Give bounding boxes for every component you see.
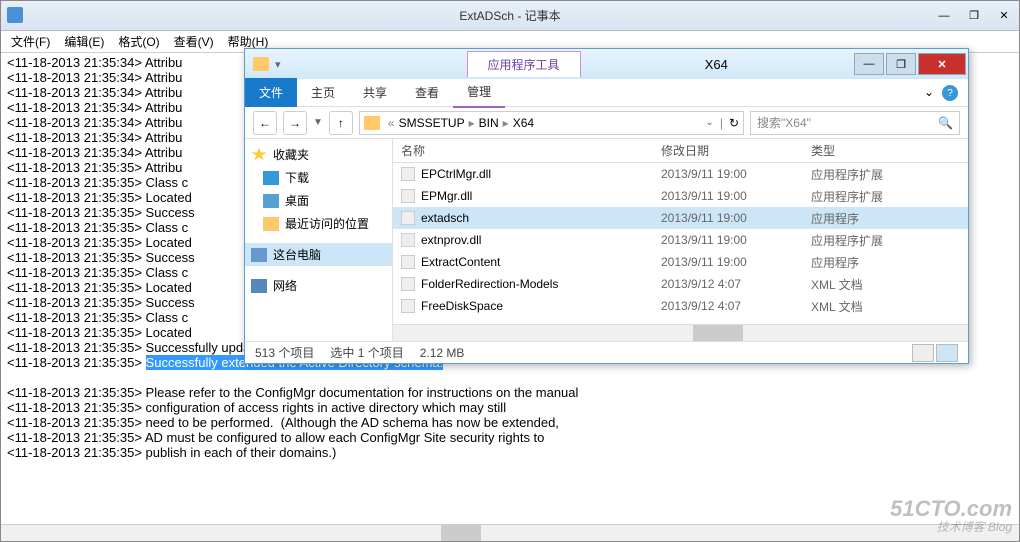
menu-edit[interactable]: 编辑(E) [58, 31, 110, 52]
minimize-button[interactable]: — [929, 1, 959, 30]
notepad-icon [7, 7, 23, 23]
file-icon [401, 277, 415, 291]
nav-back-button[interactable]: ← [253, 111, 277, 135]
folder-icon [253, 57, 269, 71]
status-selected: 选中 1 个项目 [330, 344, 403, 361]
crumb-bin[interactable]: BIN [479, 116, 499, 130]
refresh-icon[interactable]: ↻ [729, 116, 739, 130]
maximize-button[interactable]: ❐ [959, 1, 989, 30]
explorer-minimize-button[interactable]: — [854, 53, 884, 75]
ribbon-manage[interactable]: 管理 [453, 77, 505, 108]
file-icon [401, 233, 415, 247]
explorer-window: ▾ 应用程序工具 X64 — ❐ ✕ 文件 主页 共享 查看 管理 ⌄ ? ← … [244, 48, 969, 364]
menu-format[interactable]: 格式(O) [112, 31, 165, 52]
sidebar-desktop[interactable]: 桌面 [245, 189, 392, 212]
col-date[interactable]: 修改日期 [653, 142, 803, 159]
crumb-x64[interactable]: X64 [513, 116, 534, 130]
notepad-titlebar[interactable]: ExtADSch - 记事本 — ❐ ✕ [1, 1, 1019, 31]
file-row[interactable]: EPMgr.dll2013/9/11 19:00应用程序扩展 [393, 185, 968, 207]
ribbon-file[interactable]: 文件 [245, 78, 297, 107]
breadcrumb[interactable]: « SMSSETUP ▸ BIN ▸ X64 ⌄ | ↻ [359, 111, 744, 135]
sidebar-favorites[interactable]: 收藏夹 [245, 143, 392, 166]
file-icon [401, 255, 415, 269]
nav-history-icon[interactable]: ▼ [313, 117, 323, 128]
sidebar-recent[interactable]: 最近访问的位置 [245, 212, 392, 235]
file-row[interactable]: EPCtrlMgr.dll2013/9/11 19:00应用程序扩展 [393, 163, 968, 185]
crumb-smssetup[interactable]: SMSSETUP [399, 116, 465, 130]
file-row[interactable]: ExtractContent2013/9/11 19:00应用程序 [393, 251, 968, 273]
col-name[interactable]: 名称 [393, 142, 653, 159]
explorer-maximize-button[interactable]: ❐ [886, 53, 916, 75]
file-list: 名称 修改日期 类型 EPCtrlMgr.dll2013/9/11 19:00应… [393, 139, 968, 341]
file-icon [401, 211, 415, 225]
sidebar-downloads[interactable]: 下载 [245, 166, 392, 189]
folder-icon [364, 116, 380, 130]
file-icon [401, 189, 415, 203]
nav-up-button[interactable]: ↑ [329, 111, 353, 135]
status-count: 513 个项目 [255, 344, 314, 361]
ribbon-home[interactable]: 主页 [297, 78, 349, 107]
file-icon [401, 167, 415, 181]
file-row[interactable]: FolderRedirection-Models2013/9/12 4:07XM… [393, 273, 968, 295]
view-details-button[interactable] [936, 344, 958, 362]
explorer-status: 513 个项目 选中 1 个项目 2.12 MB [245, 341, 968, 363]
explorer-close-button[interactable]: ✕ [918, 53, 966, 75]
file-row[interactable]: FreeDiskSpace2013/9/12 4:07XML 文档 [393, 295, 968, 317]
explorer-ribbon: 文件 主页 共享 查看 管理 ⌄ ? [245, 79, 968, 107]
list-scrollbar[interactable] [393, 324, 968, 341]
search-icon: 🔍 [938, 116, 953, 130]
search-placeholder: 搜索"X64" [757, 114, 811, 131]
explorer-title: X64 [581, 57, 852, 72]
view-large-icons-button[interactable] [912, 344, 934, 362]
notepad-scrollbar[interactable] [1, 524, 1019, 541]
notepad-title: ExtADSch - 记事本 [459, 7, 560, 24]
menu-file[interactable]: 文件(F) [5, 31, 56, 52]
explorer-nav: ← → ▼ ↑ « SMSSETUP ▸ BIN ▸ X64 ⌄ | ↻ 搜索"… [245, 107, 968, 139]
help-icon[interactable]: ? [942, 85, 958, 101]
explorer-sidebar: 收藏夹 下载 桌面 最近访问的位置 这台电脑 网络 [245, 139, 393, 341]
file-icon [401, 299, 415, 313]
ribbon-share[interactable]: 共享 [349, 78, 401, 107]
sidebar-thispc[interactable]: 这台电脑 [245, 243, 392, 266]
search-input[interactable]: 搜索"X64" 🔍 [750, 111, 960, 135]
status-size: 2.12 MB [420, 346, 465, 360]
nav-forward-button[interactable]: → [283, 111, 307, 135]
close-button[interactable]: ✕ [989, 1, 1019, 30]
col-type[interactable]: 类型 [803, 142, 923, 159]
file-row[interactable]: extnprov.dll2013/9/11 19:00应用程序扩展 [393, 229, 968, 251]
tools-tab-label[interactable]: 应用程序工具 [467, 51, 581, 77]
menu-view[interactable]: 查看(V) [168, 31, 220, 52]
file-row[interactable]: extadsch2013/9/11 19:00应用程序 [393, 207, 968, 229]
ribbon-view[interactable]: 查看 [401, 78, 453, 107]
ribbon-collapse-icon[interactable]: ⌄ [924, 85, 934, 101]
explorer-titlebar[interactable]: ▾ 应用程序工具 X64 — ❐ ✕ [245, 49, 968, 79]
sidebar-network[interactable]: 网络 [245, 274, 392, 297]
